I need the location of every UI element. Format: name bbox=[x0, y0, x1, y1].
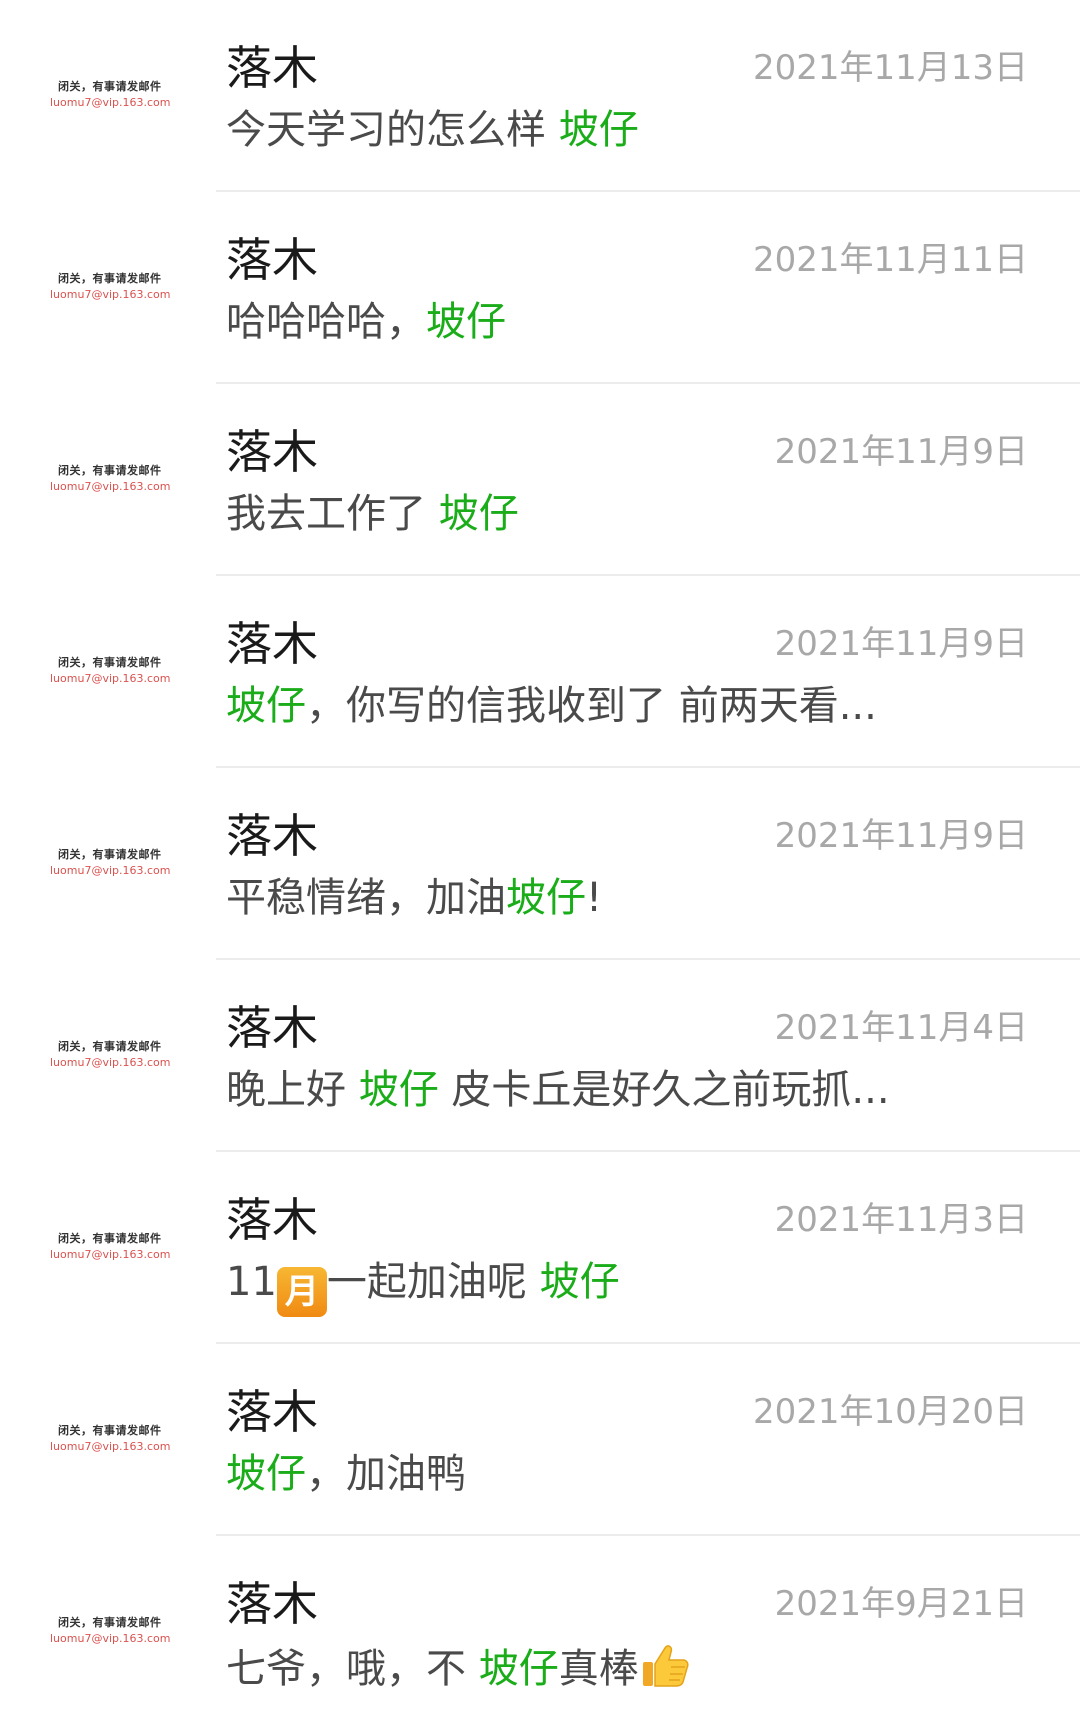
avatar-status-text: 闭关，有事请发邮件 bbox=[58, 848, 162, 861]
contact-name: 落木 bbox=[226, 233, 318, 287]
avatar-status-text: 闭关，有事请发邮件 bbox=[58, 464, 162, 477]
avatar-email-text: luomu7@vip.163.com bbox=[50, 480, 171, 493]
avatar[interactable]: 闭关，有事请发邮件 luomu7@vip.163.com bbox=[36, 232, 176, 344]
message-date: 2021年11月9日 bbox=[774, 624, 1028, 664]
avatar[interactable]: 闭关，有事请发邮件 luomu7@vip.163.com bbox=[36, 1000, 176, 1112]
message-preview: 晚上好 坡仔 皮卡丘是好久之前玩抓... bbox=[226, 1064, 956, 1116]
avatar-email-text: luomu7@vip.163.com bbox=[50, 1440, 171, 1453]
avatar-status-text: 闭关，有事请发邮件 bbox=[58, 656, 162, 669]
calendar-month-emoji-icon: 月 bbox=[276, 1267, 327, 1317]
contact-name: 落木 bbox=[226, 41, 318, 95]
avatar-status-text: 闭关，有事请发邮件 bbox=[58, 272, 162, 285]
conversation-row[interactable]: 闭关，有事请发邮件 luomu7@vip.163.com 落木 2021年11月… bbox=[0, 384, 1080, 576]
avatar[interactable]: 闭关，有事请发邮件 luomu7@vip.163.com bbox=[36, 1192, 176, 1304]
message-preview: 今天学习的怎么样 坡仔 bbox=[226, 104, 956, 156]
preview-text: 哈哈哈哈， bbox=[226, 299, 426, 345]
message-preview: 平稳情绪，加油坡仔! bbox=[226, 872, 956, 924]
preview-text-tail: 真棒 bbox=[558, 1646, 639, 1692]
avatar[interactable]: 闭关，有事请发邮件 luomu7@vip.163.com bbox=[36, 616, 176, 728]
conversation-row[interactable]: 闭关，有事请发邮件 luomu7@vip.163.com 落木 2021年11月… bbox=[0, 576, 1080, 768]
avatar[interactable]: 闭关，有事请发邮件 luomu7@vip.163.com bbox=[36, 424, 176, 536]
conversation-row[interactable]: 闭关，有事请发邮件 luomu7@vip.163.com 落木 2021年11月… bbox=[0, 192, 1080, 384]
message-preview: 七爷，哦，不 坡仔真棒 bbox=[226, 1640, 956, 1695]
avatar-status-text: 闭关，有事请发邮件 bbox=[58, 1616, 162, 1629]
mention-highlight: 坡仔 bbox=[358, 1067, 439, 1113]
message-preview: 11 月一起加油呢 坡仔 bbox=[226, 1256, 956, 1317]
message-preview: 坡仔，加油鸭 bbox=[226, 1448, 956, 1500]
preview-text: 今天学习的怎么样 bbox=[226, 107, 559, 153]
conversation-row[interactable]: 闭关，有事请发邮件 luomu7@vip.163.com 落木 2021年11月… bbox=[0, 0, 1080, 192]
avatar-status-text: 闭关，有事请发邮件 bbox=[58, 1232, 162, 1245]
preview-text: 11 bbox=[226, 1259, 277, 1305]
avatar-email-text: luomu7@vip.163.com bbox=[50, 1056, 171, 1069]
preview-text: 七爷，哦，不 bbox=[226, 1646, 479, 1692]
contact-name: 落木 bbox=[226, 617, 318, 671]
avatar-email-text: luomu7@vip.163.com bbox=[50, 96, 171, 109]
avatar-email-text: luomu7@vip.163.com bbox=[50, 864, 171, 877]
avatar[interactable]: 闭关，有事请发邮件 luomu7@vip.163.com bbox=[36, 1576, 176, 1688]
contact-name: 落木 bbox=[226, 1385, 318, 1439]
mention-highlight: 坡仔 bbox=[478, 1646, 559, 1692]
mention-highlight: 坡仔 bbox=[438, 491, 519, 537]
avatar[interactable]: 闭关，有事请发邮件 luomu7@vip.163.com bbox=[36, 808, 176, 920]
message-date: 2021年11月9日 bbox=[774, 432, 1028, 472]
message-date: 2021年11月9日 bbox=[774, 816, 1028, 856]
preview-text: 晚上好 bbox=[226, 1067, 359, 1113]
message-date: 2021年11月3日 bbox=[774, 1200, 1028, 1240]
message-date: 2021年10月20日 bbox=[752, 1392, 1028, 1432]
thumbs-up-icon bbox=[642, 1645, 689, 1687]
conversation-row[interactable]: 闭关，有事请发邮件 luomu7@vip.163.com 落木 2021年11月… bbox=[0, 960, 1080, 1152]
preview-text-tail: 皮卡丘是好久之前玩抓... bbox=[438, 1067, 890, 1113]
contact-name: 落木 bbox=[226, 1001, 318, 1055]
message-date: 2021年9月21日 bbox=[774, 1584, 1028, 1624]
avatar-status-text: 闭关，有事请发邮件 bbox=[58, 1040, 162, 1053]
mention-highlight: 坡仔 bbox=[558, 107, 639, 153]
preview-text: 平稳情绪，加油 bbox=[226, 875, 506, 921]
contact-name: 落木 bbox=[226, 425, 318, 479]
mention-highlight: 坡仔 bbox=[539, 1259, 620, 1305]
preview-text-tail: ，你写的信我收到了 前两天看... bbox=[306, 683, 877, 729]
message-preview: 坡仔，你写的信我收到了 前两天看... bbox=[226, 680, 956, 732]
avatar-email-text: luomu7@vip.163.com bbox=[50, 288, 171, 301]
conversation-row[interactable]: 闭关，有事请发邮件 luomu7@vip.163.com 落木 2021年11月… bbox=[0, 1152, 1080, 1344]
message-date: 2021年11月13日 bbox=[752, 48, 1028, 88]
mention-highlight: 坡仔 bbox=[226, 683, 306, 729]
avatar-status-text: 闭关，有事请发邮件 bbox=[58, 1424, 162, 1437]
contact-name: 落木 bbox=[226, 1193, 318, 1247]
avatar-email-text: luomu7@vip.163.com bbox=[50, 1632, 171, 1645]
conversation-row[interactable]: 闭关，有事请发邮件 luomu7@vip.163.com 落木 2021年10月… bbox=[0, 1344, 1080, 1536]
message-date: 2021年11月4日 bbox=[774, 1008, 1028, 1048]
mention-highlight: 坡仔 bbox=[506, 875, 586, 921]
message-preview: 我去工作了 坡仔 bbox=[226, 488, 956, 540]
avatar[interactable]: 闭关，有事请发邮件 luomu7@vip.163.com bbox=[36, 40, 176, 152]
avatar-email-text: luomu7@vip.163.com bbox=[50, 672, 171, 685]
conversation-row[interactable]: 闭关，有事请发邮件 luomu7@vip.163.com 落木 2021年11月… bbox=[0, 768, 1080, 960]
preview-text-tail: ! bbox=[586, 875, 603, 921]
message-preview: 哈哈哈哈，坡仔 bbox=[226, 296, 956, 348]
avatar[interactable]: 闭关，有事请发邮件 luomu7@vip.163.com bbox=[36, 1384, 176, 1496]
mention-highlight: 坡仔 bbox=[226, 1451, 306, 1497]
message-date: 2021年11月11日 bbox=[752, 240, 1028, 280]
contact-name: 落木 bbox=[226, 809, 318, 863]
preview-text: 我去工作了 bbox=[226, 491, 439, 537]
mention-highlight: 坡仔 bbox=[426, 299, 506, 345]
avatar-status-text: 闭关，有事请发邮件 bbox=[58, 80, 162, 93]
conversation-row[interactable]: 闭关，有事请发邮件 luomu7@vip.163.com 落木 2021年9月2… bbox=[0, 1536, 1080, 1728]
preview-text-tail: ，加油鸭 bbox=[306, 1451, 466, 1497]
avatar-email-text: luomu7@vip.163.com bbox=[50, 1248, 171, 1261]
contact-name: 落木 bbox=[226, 1577, 318, 1631]
preview-text-2: 一起加油呢 bbox=[326, 1259, 540, 1305]
conversation-list: 闭关，有事请发邮件 luomu7@vip.163.com 落木 2021年11月… bbox=[0, 0, 1080, 1728]
